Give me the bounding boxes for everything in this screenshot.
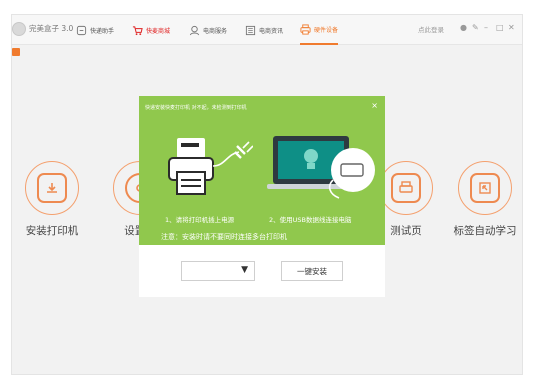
app-logo-icon — [12, 22, 26, 36]
chevron-down-icon: ▼ — [241, 265, 248, 275]
dialog-title: 快递安装快麦打印机 对不起，未检测到打印机 — [145, 105, 247, 111]
install-printer-dialog: 快递安装快麦打印机 对不起，未检测到打印机 × 1、请将打印机插上电源 2、使用… — [139, 96, 385, 297]
cart-icon — [132, 25, 143, 35]
minimize-icon[interactable]: – — [484, 23, 488, 32]
skin-icon[interactable]: ● — [460, 23, 467, 32]
dialog-header-panel: 快递安装快麦打印机 对不起，未检测到打印机 × 1、请将打印机插上电源 2、使用… — [139, 96, 385, 245]
news-icon — [245, 25, 256, 35]
nav-label: 硬件设备 — [314, 26, 339, 34]
nav-item-ecommerce-service[interactable]: 电商服务 — [189, 15, 227, 45]
maximize-icon[interactable]: □ — [496, 23, 504, 32]
nav-label: 电商服务 — [203, 27, 228, 35]
package-icon — [76, 25, 87, 35]
feature-label: 安装打印机 — [25, 225, 79, 237]
close-icon[interactable]: ✕ — [508, 23, 515, 32]
feature-label: 标签自动学习 — [453, 225, 517, 237]
feature-install-printer[interactable]: 安装打印机 — [12, 161, 92, 238]
nav-item-hardware[interactable]: 硬件设备 — [300, 15, 339, 45]
menu-square-icon[interactable] — [12, 48, 20, 56]
step-power-label: 1、请将打印机插上电源 — [165, 216, 235, 224]
settings-icon[interactable]: ✎ — [472, 23, 479, 32]
title-bar: 完美盒子 3.0 快递助手 快麦商城 电商服务 电商资讯 硬件设备 点此登录 ●… — [12, 15, 522, 45]
printer-select[interactable]: ▼ — [181, 261, 255, 281]
nav-label: 快麦商城 — [146, 27, 171, 35]
printer-power-illustration — [168, 138, 253, 195]
nav-item-ecommerce-news[interactable]: 电商资讯 — [245, 15, 283, 45]
dialog-close-icon[interactable]: × — [371, 101, 378, 110]
printer-icon — [300, 23, 311, 35]
app-title: 完美盒子 3.0 — [29, 24, 74, 33]
dialog-note: 注意：安装时请不要同时连接多台打印机 — [161, 233, 287, 241]
sub-toolbar — [12, 46, 522, 58]
step-usb-label: 2、使用USB数据线连接电脑 — [269, 216, 352, 224]
nav-label: 快递助手 — [90, 27, 115, 35]
one-click-install-button[interactable]: 一键安装 — [281, 261, 343, 281]
test-page-icon — [391, 173, 421, 203]
feature-ring — [379, 161, 433, 215]
service-icon — [189, 25, 200, 35]
feature-label-learning[interactable]: 标签自动学习 — [445, 161, 522, 238]
nav-label: 电商资讯 — [259, 27, 284, 35]
feature-ring — [25, 161, 79, 215]
feature-ring — [458, 161, 512, 215]
laptop-usb-illustration — [267, 136, 375, 199]
nav-item-store[interactable]: 快麦商城 — [132, 15, 170, 45]
install-printer-icon — [37, 173, 67, 203]
nav-item-express-assistant[interactable]: 快递助手 — [76, 15, 114, 45]
login-link[interactable]: 点此登录 — [418, 24, 444, 34]
label-learning-icon — [470, 173, 500, 203]
